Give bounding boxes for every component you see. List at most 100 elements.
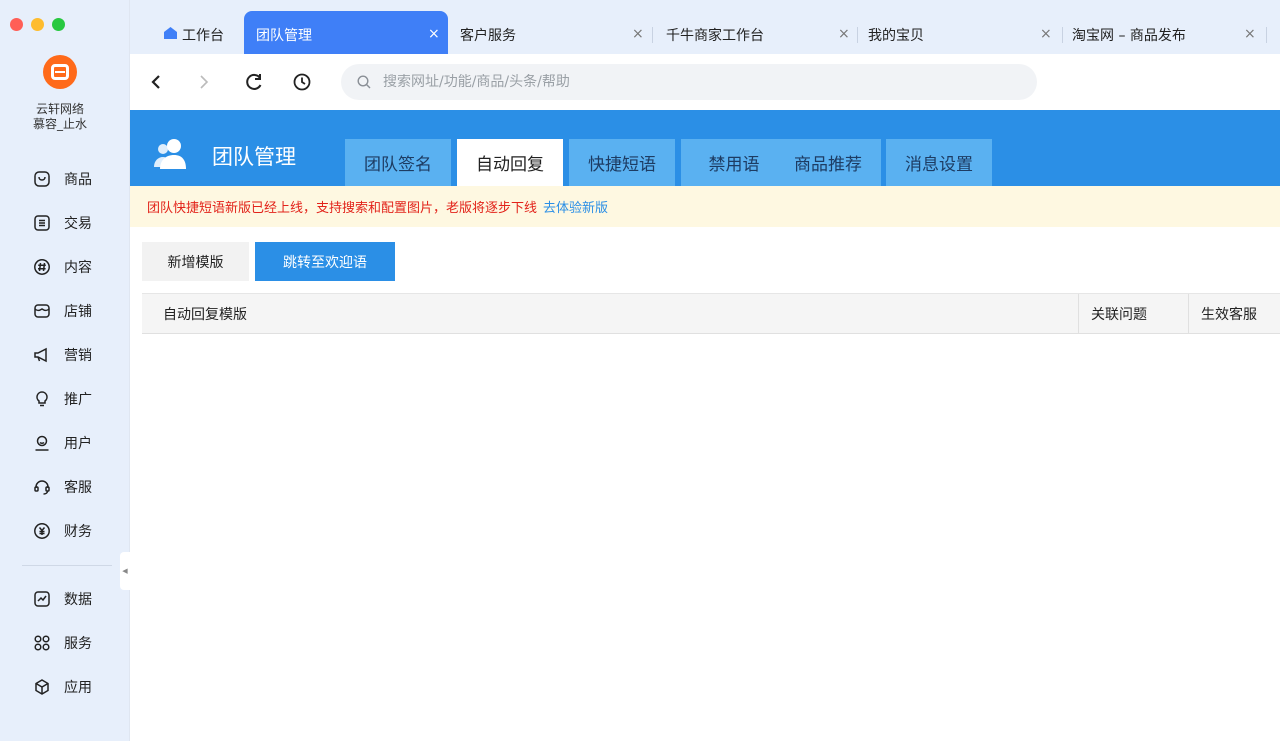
sidebar-item-apps[interactable]: 应用 bbox=[0, 665, 120, 709]
column-header-related-questions: 关联问题 bbox=[1078, 294, 1188, 333]
shop-name-line2: 慕容_止水 bbox=[32, 117, 87, 131]
shop-logo-icon bbox=[51, 64, 69, 80]
sidebar-item-label: 内容 bbox=[64, 260, 92, 276]
sidebar-item-customer-service[interactable]: 客服 bbox=[0, 465, 120, 509]
sidebar-item-label: 推广 bbox=[64, 392, 92, 408]
tab-close-icon[interactable]: × bbox=[1244, 26, 1256, 42]
content-icon bbox=[33, 258, 51, 276]
column-header-active-agents: 生效客服 bbox=[1188, 294, 1280, 333]
sidebar-item-label: 交易 bbox=[64, 216, 92, 232]
user-icon bbox=[33, 434, 51, 452]
back-button[interactable] bbox=[148, 72, 164, 95]
address-bar[interactable] bbox=[341, 64, 1037, 100]
sidebar-item-label: 服务 bbox=[64, 636, 92, 652]
column-header-template: 自动回复模版 bbox=[163, 306, 247, 323]
sidebar-item-trade[interactable]: 交易 bbox=[0, 201, 120, 245]
tab-product-recommend[interactable]: 商品推荐 bbox=[775, 139, 881, 186]
sidebar-item-content[interactable]: 内容 bbox=[0, 245, 120, 289]
address-toolbar bbox=[130, 54, 1280, 110]
trade-icon bbox=[33, 214, 51, 232]
tab-quick-phrases[interactable]: 快捷短语 bbox=[569, 139, 675, 186]
left-sidebar: 云轩网络 慕容_止水 商品 交易 内容 店铺 营销 推广 用户 客服 财务 数据… bbox=[0, 0, 130, 741]
apps-icon bbox=[33, 678, 51, 696]
promotion-icon bbox=[33, 390, 51, 408]
sidebar-item-label: 数据 bbox=[64, 592, 92, 608]
home-icon bbox=[164, 27, 177, 39]
tab-qianniu-workbench[interactable]: 千牛商家工作台 × bbox=[654, 11, 860, 54]
tab-label: 千牛商家工作台 bbox=[666, 28, 764, 44]
chevron-left-icon bbox=[151, 75, 160, 89]
forward-button[interactable] bbox=[196, 72, 212, 95]
tab-close-icon[interactable]: × bbox=[838, 26, 850, 42]
search-input[interactable] bbox=[383, 74, 1003, 90]
history-button[interactable] bbox=[292, 72, 312, 95]
try-new-version-link[interactable]: 去体验新版 bbox=[543, 197, 608, 216]
tab-my-items[interactable]: 我的宝贝 × bbox=[858, 11, 1064, 54]
sidebar-item-service[interactable]: 服务 bbox=[0, 621, 120, 665]
tab-team-management[interactable]: 团队管理 × bbox=[244, 11, 448, 54]
chevron-right-icon bbox=[200, 75, 209, 89]
sidebar-item-label: 商品 bbox=[64, 172, 92, 188]
marketing-icon bbox=[33, 346, 51, 364]
tab-taobao-publish[interactable]: 淘宝网 – 商品发布 × bbox=[1062, 11, 1268, 54]
sidebar-item-store[interactable]: 店铺 bbox=[0, 289, 120, 333]
minimize-window-button[interactable] bbox=[31, 18, 44, 31]
tab-banned-words[interactable]: 禁用语 bbox=[681, 139, 787, 186]
sidebar-item-user[interactable]: 用户 bbox=[0, 421, 120, 465]
reload-icon bbox=[246, 73, 262, 90]
tab-close-icon[interactable]: × bbox=[428, 26, 440, 42]
data-icon bbox=[33, 590, 51, 608]
team-icon bbox=[154, 139, 186, 169]
sidebar-divider bbox=[22, 565, 112, 566]
tab-close-icon[interactable]: × bbox=[1040, 26, 1052, 42]
store-icon bbox=[33, 302, 51, 320]
browser-tab-strip: 工作台 团队管理 × 客户服务 × 千牛商家工作台 × 我的宝贝 × 淘宝网 –… bbox=[130, 0, 1280, 54]
tab-close-icon[interactable]: × bbox=[632, 26, 644, 42]
app-window: 云轩网络 慕容_止水 商品 交易 内容 店铺 营销 推广 用户 客服 财务 数据… bbox=[0, 0, 1280, 741]
sidebar-item-label: 用户 bbox=[64, 436, 92, 452]
service-icon bbox=[33, 634, 51, 652]
table-header: 自动回复模版 关联问题 生效客服 bbox=[142, 293, 1280, 334]
tab-label: 团队管理 bbox=[256, 28, 312, 44]
tab-label: 我的宝贝 bbox=[868, 28, 924, 44]
sidebar-item-product[interactable]: 商品 bbox=[0, 157, 120, 201]
sidebar-item-label: 财务 bbox=[64, 524, 92, 540]
sidebar-item-data[interactable]: 数据 bbox=[0, 577, 120, 621]
tab-auto-reply[interactable]: 自动回复 bbox=[457, 139, 563, 186]
tab-label: 工作台 bbox=[182, 28, 224, 44]
tab-customer-service[interactable]: 客户服务 × bbox=[448, 11, 654, 54]
clock-icon bbox=[293, 73, 311, 91]
sidebar-item-label: 店铺 bbox=[64, 304, 92, 320]
table-body bbox=[142, 334, 1280, 734]
jump-to-welcome-button[interactable]: 跳转至欢迎语 bbox=[255, 242, 395, 281]
shop-name[interactable]: 云轩网络 慕容_止水 bbox=[0, 102, 120, 132]
notice-text: 团队快捷短语新版已经上线，支持搜索和配置图片，老版将逐步下线 bbox=[147, 201, 538, 216]
sidebar-item-finance[interactable]: 财务 bbox=[0, 509, 120, 553]
search-icon bbox=[357, 75, 371, 89]
zoom-window-button[interactable] bbox=[52, 18, 65, 31]
sidebar-nav-top: 商品 交易 内容 店铺 营销 推广 用户 客服 财务 bbox=[0, 157, 120, 553]
shop-logo-avatar[interactable] bbox=[43, 55, 77, 89]
tab-separator bbox=[652, 27, 653, 43]
shop-name-line1: 云轩网络 bbox=[35, 102, 84, 116]
tab-label: 客户服务 bbox=[460, 28, 516, 44]
sidebar-item-label: 客服 bbox=[64, 480, 92, 496]
close-window-button[interactable] bbox=[10, 18, 23, 31]
tab-label: 淘宝网 – 商品发布 bbox=[1072, 28, 1186, 44]
sidebar-item-promotion[interactable]: 推广 bbox=[0, 377, 120, 421]
finance-icon bbox=[33, 522, 51, 540]
caret-left-icon: ◀ bbox=[122, 567, 128, 575]
product-icon bbox=[33, 170, 51, 188]
customer-service-icon bbox=[33, 478, 51, 496]
tab-team-signature[interactable]: 团队签名 bbox=[345, 139, 451, 186]
sidebar-collapse-handle[interactable]: ◀ bbox=[120, 552, 130, 590]
sidebar-item-marketing[interactable]: 营销 bbox=[0, 333, 120, 377]
sidebar-nav-bottom: 数据 服务 应用 bbox=[0, 577, 120, 709]
tab-message-settings[interactable]: 消息设置 bbox=[886, 139, 992, 186]
page-header: 团队管理 团队签名 自动回复 快捷短语 禁用语 商品推荐 消息设置 bbox=[130, 110, 1280, 186]
new-template-button[interactable]: 新增模版 bbox=[142, 242, 249, 281]
reload-button[interactable] bbox=[244, 72, 264, 95]
notice-banner: 团队快捷短语新版已经上线，支持搜索和配置图片，老版将逐步下线 去体验新版 bbox=[130, 186, 1280, 227]
sidebar-item-label: 应用 bbox=[64, 680, 92, 696]
window-controls bbox=[10, 18, 65, 31]
